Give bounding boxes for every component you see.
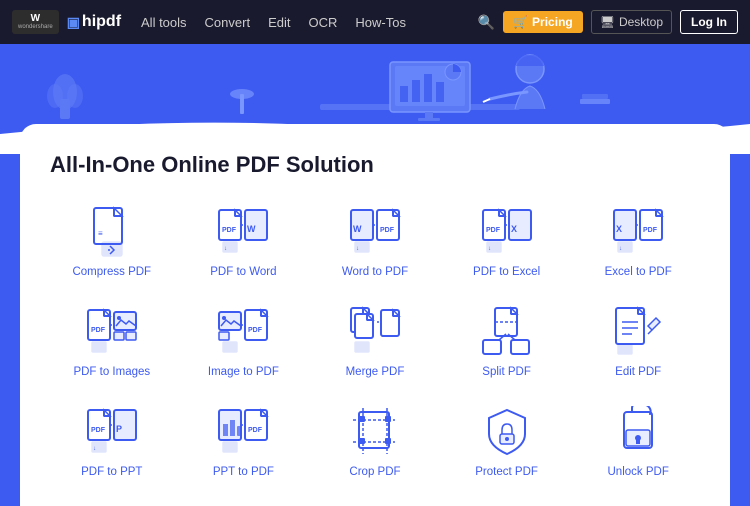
svg-text:PDF: PDF <box>248 427 263 434</box>
search-icon[interactable]: 🔍 <box>478 14 495 31</box>
tool-pdf-to-ppt[interactable]: PDF P ↓ PDF to PPT <box>50 398 174 486</box>
pdf-to-excel-icon: PDF X ↓ <box>481 206 533 258</box>
crop-pdf-icon <box>349 406 401 458</box>
excel-to-pdf-label: Excel to PDF <box>605 266 672 278</box>
svg-text:↓: ↓ <box>356 246 359 252</box>
svg-text:PDF: PDF <box>91 427 106 434</box>
svg-text:PDF: PDF <box>91 327 106 334</box>
tool-word-to-pdf[interactable]: W PDF ↓ Word to PDF <box>313 198 437 286</box>
word-to-pdf-icon: W PDF ↓ <box>349 206 401 258</box>
svg-text:PDF: PDF <box>643 227 658 234</box>
desktop-label: Desktop <box>619 15 663 29</box>
tool-merge-pdf[interactable]: Merge PDF <box>313 298 437 386</box>
pricing-cart-icon: 🛒 <box>513 15 528 29</box>
pdf-to-images-icon: PDF <box>86 306 138 358</box>
svg-text:P: P <box>116 424 122 434</box>
login-label: Log In <box>691 15 727 29</box>
nav-right: 🔍 🛒 Pricing 🖥 Desktop Log In <box>478 10 738 34</box>
navbar: W wondershare ▣ hipdf All tools Convert … <box>0 0 750 44</box>
tool-image-to-pdf[interactable]: PDF Image to PDF <box>182 298 306 386</box>
main-card: All-In-One Online PDF Solution ≡ Compres… <box>20 124 730 506</box>
svg-text:W: W <box>247 224 256 234</box>
protect-pdf-icon <box>481 406 533 458</box>
page-title: All-In-One Online PDF Solution <box>50 152 700 178</box>
tool-split-pdf[interactable]: Split PDF <box>445 298 569 386</box>
ws-symbol: W <box>31 14 40 24</box>
pdf-to-ppt-icon: PDF P ↓ <box>86 406 138 458</box>
nav-links: All tools Convert Edit OCR How-Tos <box>141 15 406 30</box>
svg-text:↓: ↓ <box>619 246 622 252</box>
tool-protect-pdf[interactable]: Protect PDF <box>445 398 569 486</box>
protect-pdf-label: Protect PDF <box>475 466 538 478</box>
tool-excel-to-pdf[interactable]: X PDF ↓ Excel to PDF <box>576 198 700 286</box>
pdf-to-word-icon: PDF W ↓ <box>217 206 269 258</box>
hipdf-logo[interactable]: ▣ hipdf <box>67 13 121 31</box>
svg-text:PDF: PDF <box>380 227 395 234</box>
tool-crop-pdf[interactable]: Crop PDF <box>313 398 437 486</box>
svg-text:PDF: PDF <box>222 227 237 234</box>
nav-edit[interactable]: Edit <box>268 15 290 30</box>
nav-how-tos[interactable]: How-Tos <box>355 15 406 30</box>
ppt-to-pdf-icon: PDF <box>217 406 269 458</box>
ppt-to-pdf-label: PPT to PDF <box>213 466 274 478</box>
nav-ocr[interactable]: OCR <box>308 15 337 30</box>
merge-pdf-label: Merge PDF <box>346 366 405 378</box>
login-button[interactable]: Log In <box>680 10 738 34</box>
tool-compress-pdf[interactable]: ≡ Compress PDF <box>50 198 174 286</box>
svg-text:↓: ↓ <box>224 246 227 252</box>
svg-text:≡: ≡ <box>98 229 103 238</box>
pdf-to-images-label: PDF to Images <box>73 366 150 378</box>
pdf-to-word-label: PDF to Word <box>210 266 276 278</box>
svg-text:X: X <box>616 224 622 234</box>
tool-pdf-to-excel[interactable]: PDF X ↓ PDF to Excel <box>445 198 569 286</box>
hipdf-icon: ▣ <box>67 14 80 31</box>
tool-pdf-to-word[interactable]: PDF W ↓ PDF to Word <box>182 198 306 286</box>
unlock-pdf-label: Unlock PDF <box>608 466 669 478</box>
tool-pdf-to-images[interactable]: PDF PDF to Images <box>50 298 174 386</box>
compress-pdf-label: Compress PDF <box>72 266 151 278</box>
svg-text:↓: ↓ <box>488 246 491 252</box>
excel-to-pdf-icon: X PDF ↓ <box>612 206 664 258</box>
pricing-button[interactable]: 🛒 Pricing <box>503 11 583 33</box>
pricing-label: Pricing <box>532 15 573 29</box>
word-to-pdf-label: Word to PDF <box>342 266 408 278</box>
svg-text:PDF: PDF <box>248 327 263 334</box>
crop-pdf-label: Crop PDF <box>349 466 400 478</box>
hipdf-text: hipdf <box>82 13 121 31</box>
nav-all-tools[interactable]: All tools <box>141 15 187 30</box>
tool-ppt-to-pdf[interactable]: PDF PPT to PDF <box>182 398 306 486</box>
svg-text:X: X <box>511 224 517 234</box>
pdf-to-excel-label: PDF to Excel <box>473 266 540 278</box>
svg-text:PDF: PDF <box>486 227 501 234</box>
pdf-to-ppt-label: PDF to PPT <box>81 466 142 478</box>
nav-convert[interactable]: Convert <box>205 15 251 30</box>
desktop-icon: 🖥 <box>600 15 615 29</box>
split-pdf-icon <box>481 306 533 358</box>
image-to-pdf-label: Image to PDF <box>208 366 279 378</box>
tool-unlock-pdf[interactable]: Unlock PDF <box>576 398 700 486</box>
wondershare-logo[interactable]: W wondershare <box>12 10 59 34</box>
desktop-button[interactable]: 🖥 Desktop <box>591 10 672 34</box>
unlock-pdf-icon <box>612 406 664 458</box>
image-to-pdf-icon: PDF <box>217 306 269 358</box>
merge-pdf-icon <box>349 306 401 358</box>
split-pdf-label: Split PDF <box>482 366 531 378</box>
compress-pdf-icon: ≡ <box>86 206 138 258</box>
tools-grid: ≡ Compress PDF PDF W <box>50 198 700 486</box>
tool-edit-pdf[interactable]: Edit PDF <box>576 298 700 386</box>
svg-text:W: W <box>353 224 362 234</box>
svg-text:↓: ↓ <box>93 446 96 452</box>
edit-pdf-icon <box>612 306 664 358</box>
ws-text: wondershare <box>18 24 53 30</box>
edit-pdf-label: Edit PDF <box>615 366 661 378</box>
